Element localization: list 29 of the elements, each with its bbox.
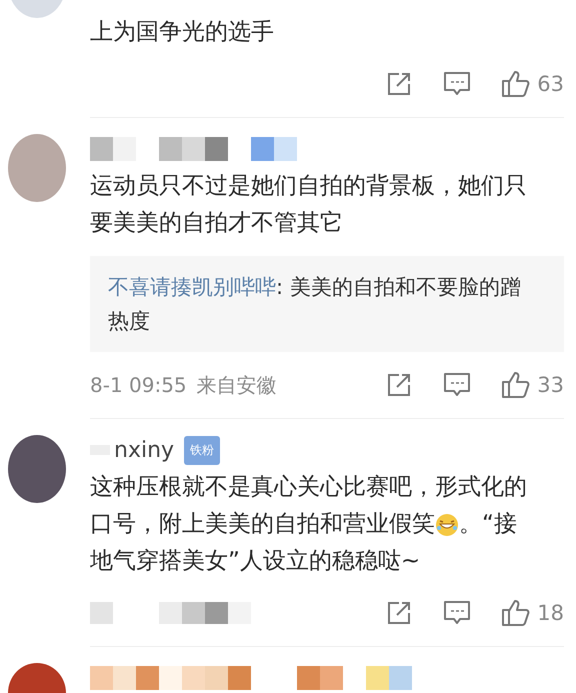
comment-text: 地气穿搭美女”人设立的稳稳哒~ bbox=[90, 547, 420, 576]
username[interactable]: nxiny bbox=[114, 438, 174, 462]
reply-author-link[interactable]: 不喜请揍凯别哔哔 bbox=[108, 275, 276, 299]
comment-icon bbox=[443, 70, 472, 98]
comment-icon bbox=[443, 599, 472, 627]
comment-button[interactable] bbox=[443, 371, 472, 399]
thumbs-up-icon bbox=[501, 69, 532, 99]
like-count: 33 bbox=[537, 373, 564, 397]
thumbs-up-icon bbox=[501, 598, 532, 628]
comment-icon bbox=[443, 371, 472, 399]
comment-button[interactable] bbox=[443, 599, 472, 627]
comment-text: 上为国争光的选手 bbox=[90, 18, 274, 47]
comment-text: 口号，附上美美的自拍和营业假笑 bbox=[90, 510, 435, 539]
like-button[interactable]: 18 bbox=[501, 598, 564, 628]
reply-text: 不喜请揍凯别哔哔: 美美的自拍和不要脸的蹭热度 bbox=[108, 274, 522, 335]
timestamp: 8-1 09:55 bbox=[90, 373, 187, 397]
like-button[interactable]: 63 bbox=[501, 69, 564, 99]
comment-text: 运动员只不过是她们自拍的背景板，她们只 bbox=[90, 172, 527, 201]
fan-badge: 铁粉 bbox=[184, 436, 220, 464]
location: 来自安徽 bbox=[196, 372, 277, 398]
comment-text: 。“接 bbox=[459, 510, 517, 539]
like-count: 18 bbox=[537, 601, 564, 625]
laughing-emoji-icon bbox=[435, 512, 459, 536]
comment-text: 这种压根就不是真心关心比赛吧，形式化的 bbox=[90, 473, 527, 502]
comment-text: 要美美的自拍才不管其它 bbox=[90, 209, 343, 238]
comment-button[interactable] bbox=[443, 70, 472, 98]
thumbs-up-icon bbox=[501, 370, 532, 400]
like-button[interactable]: 33 bbox=[501, 370, 564, 400]
like-count: 63 bbox=[537, 72, 564, 96]
